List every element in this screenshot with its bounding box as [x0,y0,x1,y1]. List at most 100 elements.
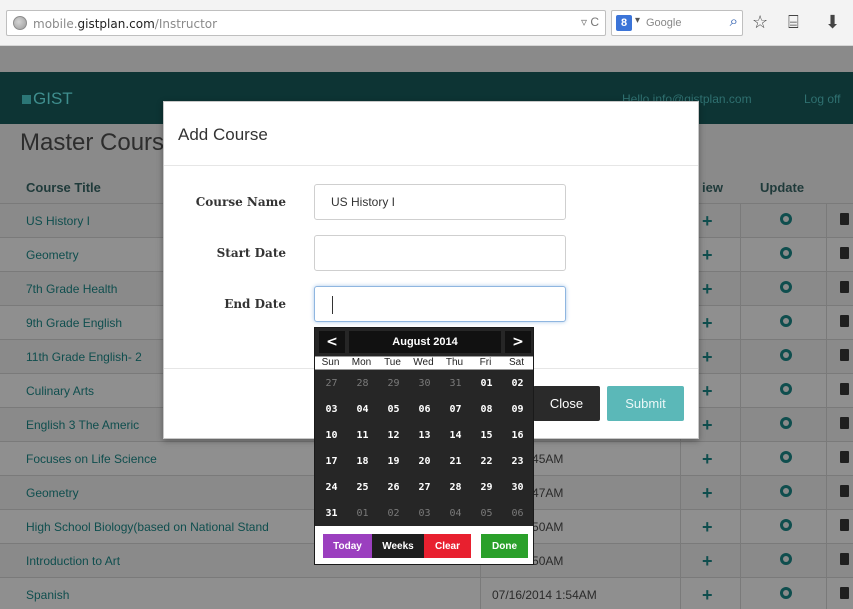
course-name-input[interactable] [314,184,566,220]
submit-button[interactable]: Submit [607,386,684,421]
update-icon[interactable] [780,451,792,463]
search-box[interactable]: 8 ▾ Google ⌕ [611,10,743,36]
prev-month-button[interactable]: < [319,331,345,353]
address-bar[interactable]: mobile.gistplan.com/Instructor ▿ C [6,10,606,36]
update-icon[interactable] [780,315,792,327]
view-plus-icon[interactable]: + [702,483,713,504]
calendar-day-outside[interactable]: 05 [471,502,502,526]
view-plus-icon[interactable]: + [702,585,713,606]
clear-button[interactable]: Clear [424,534,471,558]
trash-icon[interactable] [840,213,849,225]
calendar-day[interactable]: 07 [440,398,471,422]
trash-icon[interactable] [840,587,849,599]
calendar-day[interactable]: 28 [440,476,471,500]
brand-logo[interactable]: GIST [22,89,73,109]
update-icon[interactable] [780,553,792,565]
calendar-day[interactable]: 11 [347,424,378,448]
end-date-input[interactable] [314,286,566,322]
close-button[interactable]: Close [533,386,600,421]
star-icon[interactable]: ☆ [752,12,768,33]
course-title-link[interactable]: 9th Grade English [26,316,122,330]
calendar-day[interactable]: 25 [347,476,378,500]
trash-icon[interactable] [840,349,849,361]
calendar-day-outside[interactable]: 01 [347,502,378,526]
course-title-link[interactable]: English 3 The Americ [26,418,139,432]
calendar-day[interactable]: 03 [316,398,347,422]
trash-icon[interactable] [840,247,849,259]
calendar-day[interactable]: 19 [378,450,409,474]
calendar-day[interactable]: 16 [502,424,533,448]
calendar-day[interactable]: 02 [502,372,533,396]
search-engine-logo-icon[interactable]: 8 [616,15,632,31]
course-title-link[interactable]: 7th Grade Health [26,282,117,296]
update-icon[interactable] [780,383,792,395]
calendar-day[interactable]: 17 [316,450,347,474]
calendar-day[interactable]: 10 [316,424,347,448]
download-icon[interactable]: ⬇ [825,12,840,33]
course-title-link[interactable]: Geometry [26,486,79,500]
calendar-month-label[interactable]: August 2014 [349,331,501,353]
update-icon[interactable] [780,281,792,293]
course-title-link[interactable]: Focuses on Life Science [26,452,157,466]
trash-icon[interactable] [840,281,849,293]
calendar-day[interactable]: 09 [502,398,533,422]
calendar-day[interactable]: 08 [471,398,502,422]
view-plus-icon[interactable]: + [702,449,713,470]
calendar-day-outside[interactable]: 29 [378,372,409,396]
calendar-day[interactable]: 20 [409,450,440,474]
search-engine-dropdown-icon[interactable]: ▾ [635,15,640,26]
search-icon[interactable]: ⌕ [730,13,738,30]
calendar-day[interactable]: 26 [378,476,409,500]
update-icon[interactable] [780,213,792,225]
calendar-day[interactable]: 15 [471,424,502,448]
view-plus-icon[interactable]: + [702,551,713,572]
course-title-link[interactable]: Introduction to Art [26,554,120,568]
view-plus-icon[interactable]: + [702,211,713,232]
update-icon[interactable] [780,519,792,531]
calendar-day-outside[interactable]: 28 [347,372,378,396]
trash-icon[interactable] [840,383,849,395]
view-plus-icon[interactable]: + [702,279,713,300]
calendar-day[interactable]: 04 [347,398,378,422]
calendar-day[interactable]: 24 [316,476,347,500]
view-plus-icon[interactable]: + [702,245,713,266]
start-date-input[interactable] [314,235,566,271]
calendar-day[interactable]: 01 [471,372,502,396]
calendar-day[interactable]: 29 [471,476,502,500]
view-plus-icon[interactable]: + [702,313,713,334]
trash-icon[interactable] [840,485,849,497]
calendar-day-outside[interactable]: 04 [440,502,471,526]
calendar-day-outside[interactable]: 30 [409,372,440,396]
logoff-link[interactable]: Log off [804,92,840,106]
calendar-day[interactable]: 06 [409,398,440,422]
trash-icon[interactable] [840,451,849,463]
calendar-day-outside[interactable]: 27 [316,372,347,396]
update-icon[interactable] [780,485,792,497]
calendar-day[interactable]: 14 [440,424,471,448]
calendar-day[interactable]: 27 [409,476,440,500]
calendar-day[interactable]: 31 [316,502,347,526]
view-plus-icon[interactable]: + [702,347,713,368]
done-button[interactable]: Done [481,534,528,558]
course-title-link[interactable]: 11th Grade English- 2 [26,350,142,364]
trash-icon[interactable] [840,417,849,429]
course-title-link[interactable]: Geometry [26,248,79,262]
update-icon[interactable] [780,417,792,429]
trash-icon[interactable] [840,553,849,565]
update-icon[interactable] [780,349,792,361]
reader-icon[interactable]: ⌸ [788,12,799,33]
calendar-day-outside[interactable]: 02 [378,502,409,526]
calendar-day[interactable]: 13 [409,424,440,448]
course-title-link[interactable]: Culinary Arts [26,384,94,398]
calendar-day-outside[interactable]: 06 [502,502,533,526]
trash-icon[interactable] [840,315,849,327]
column-course-title[interactable]: Course Title [26,180,101,195]
course-title-link[interactable]: High School Biology(based on National St… [26,520,269,534]
calendar-day-outside[interactable]: 31 [440,372,471,396]
update-icon[interactable] [780,247,792,259]
view-plus-icon[interactable]: + [702,415,713,436]
view-plus-icon[interactable]: + [702,381,713,402]
calendar-day[interactable]: 18 [347,450,378,474]
calendar-day[interactable]: 21 [440,450,471,474]
update-icon[interactable] [780,587,792,599]
